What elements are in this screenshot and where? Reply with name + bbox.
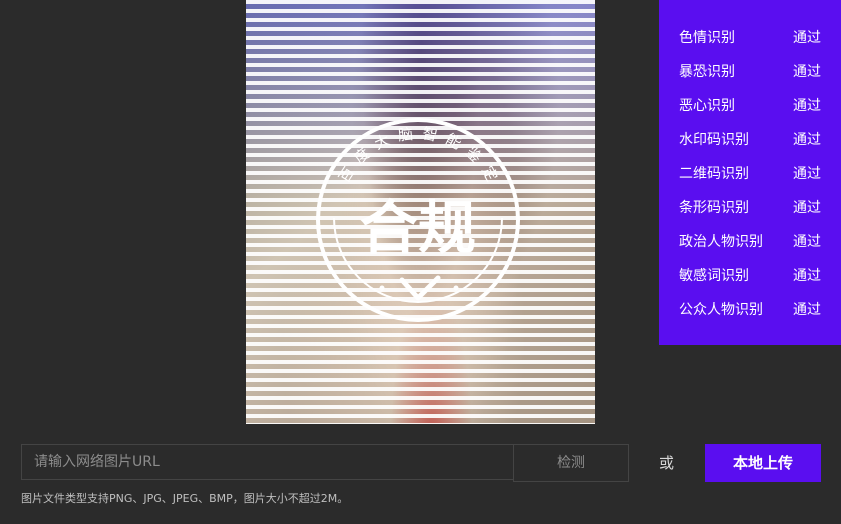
result-label: 色情识别 bbox=[679, 30, 735, 46]
result-item: 条形码识别 通过 bbox=[679, 197, 821, 217]
results-panel: 色情识别 通过 暴恐识别 通过 恶心识别 通过 水印码识别 通过 二维码识别 通… bbox=[659, 0, 841, 345]
detect-button[interactable]: 检测 bbox=[513, 444, 629, 482]
stamp-main-text: 合规 bbox=[360, 194, 476, 262]
result-status: 通过 bbox=[793, 98, 821, 114]
result-status: 通过 bbox=[793, 30, 821, 46]
result-item: 恶心识别 通过 bbox=[679, 95, 821, 115]
image-review-app: 百度大脑智能鉴定 合规 色情识别 通过 暴恐识别 通过 恶心识别 通过 水印码识… bbox=[0, 0, 841, 524]
svg-text:百度大脑智能鉴定: 百度大脑智能鉴定 bbox=[335, 124, 505, 192]
result-item: 公众人物识别 通过 bbox=[679, 299, 821, 319]
result-status: 通过 bbox=[793, 64, 821, 80]
result-item: 水印码识别 通过 bbox=[679, 129, 821, 149]
result-status: 通过 bbox=[793, 234, 821, 250]
result-status: 通过 bbox=[793, 268, 821, 284]
result-label: 恶心识别 bbox=[679, 98, 735, 114]
result-status: 通过 bbox=[793, 166, 821, 182]
result-item: 政治人物识别 通过 bbox=[679, 231, 821, 251]
check-icon bbox=[399, 275, 441, 301]
result-label: 二维码识别 bbox=[679, 166, 749, 182]
result-status: 通过 bbox=[793, 302, 821, 318]
result-item: 色情识别 通过 bbox=[679, 27, 821, 47]
result-item: 暴恐识别 通过 bbox=[679, 61, 821, 81]
local-upload-button[interactable]: 本地上传 bbox=[705, 444, 821, 482]
image-url-input[interactable] bbox=[21, 444, 513, 480]
result-label: 公众人物识别 bbox=[679, 302, 763, 318]
or-label: 或 bbox=[659, 454, 675, 472]
stamp-arc-text: 百度大脑智能鉴定 bbox=[335, 124, 497, 192]
result-item: 敏感词识别 通过 bbox=[679, 265, 821, 285]
result-label: 水印码识别 bbox=[679, 132, 749, 148]
stamp-dot-right bbox=[453, 285, 459, 291]
stamp-dot-left bbox=[379, 285, 385, 291]
result-label: 政治人物识别 bbox=[679, 234, 763, 250]
upload-hint: 图片文件类型支持PNG、JPG、JPEG、BMP，图片大小不超过2M。 bbox=[21, 492, 349, 505]
result-label: 敏感词识别 bbox=[679, 268, 749, 284]
result-label: 暴恐识别 bbox=[679, 64, 735, 80]
result-status: 通过 bbox=[793, 200, 821, 216]
result-status: 通过 bbox=[793, 132, 821, 148]
result-item: 二维码识别 通过 bbox=[679, 163, 821, 183]
compliance-stamp: 百度大脑智能鉴定 合规 bbox=[316, 118, 520, 322]
result-label: 条形码识别 bbox=[679, 200, 749, 216]
